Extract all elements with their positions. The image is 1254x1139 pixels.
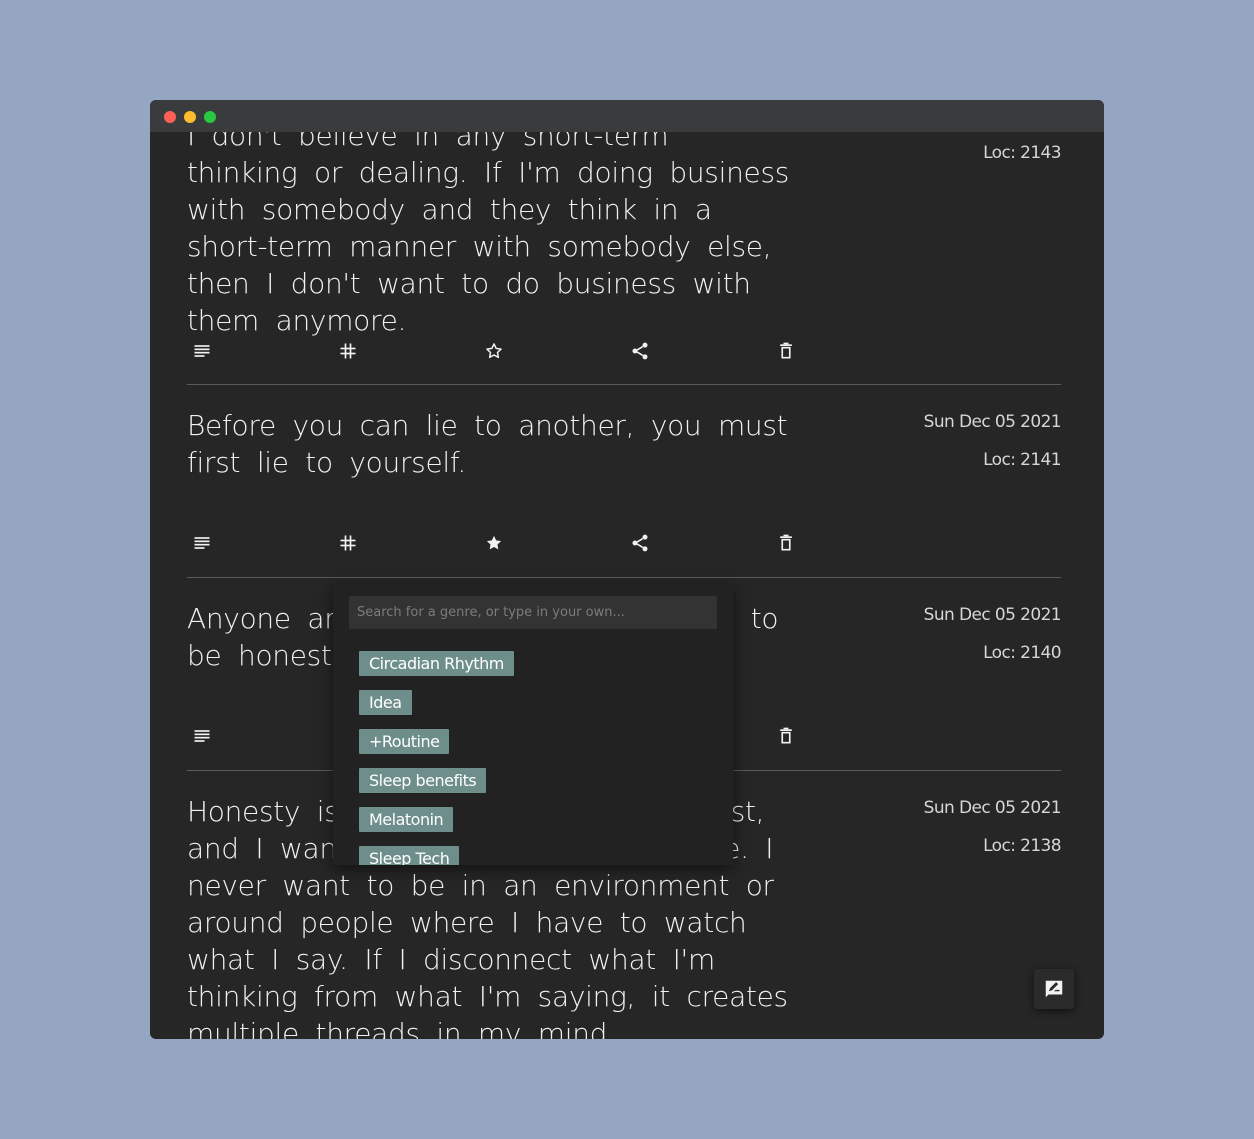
genre-tag[interactable]: Sleep Tech <box>359 846 460 865</box>
star-button[interactable] <box>479 336 509 366</box>
share-button[interactable] <box>625 336 655 366</box>
card-actions <box>187 528 807 558</box>
app-window: I don't believe in any short-term thinki… <box>150 100 1104 1039</box>
highlight-meta: Sun Dec 05 2021 Loc: 2138 <box>923 798 1062 856</box>
genre-search-input[interactable] <box>349 596 717 629</box>
notes-button[interactable] <box>187 528 217 558</box>
tag-button[interactable] <box>333 528 363 558</box>
compose-button[interactable] <box>1034 969 1074 1009</box>
highlight-meta: Sun Dec 05 2021 Loc: 2141 <box>923 412 1062 470</box>
notes-button[interactable] <box>187 721 217 751</box>
date-label: Sun Dec 05 2021 <box>923 605 1062 625</box>
delete-button[interactable] <box>771 336 801 366</box>
minimize-window-button[interactable] <box>184 111 196 123</box>
highlight-card: Before you can lie to another, you must … <box>187 385 1062 578</box>
compose-icon <box>1045 980 1063 998</box>
title-bar <box>150 100 1104 132</box>
highlight-meta: Loc: 2143 <box>983 143 1062 163</box>
hashtag-icon <box>340 343 356 359</box>
star-filled-icon <box>486 535 502 550</box>
card-actions <box>187 336 807 366</box>
star-icon <box>486 343 502 359</box>
trash-icon <box>780 342 792 359</box>
genre-dropdown: Circadian Rhythm Idea +Routine Sleep ben… <box>333 584 733 865</box>
notes-icon <box>194 345 210 357</box>
close-window-button[interactable] <box>164 111 176 123</box>
genre-tag-list: Circadian Rhythm Idea +Routine Sleep ben… <box>359 651 514 865</box>
location-label: Loc: 2140 <box>983 643 1062 663</box>
highlight-meta: Sun Dec 05 2021 Loc: 2140 <box>923 605 1062 663</box>
highlight-card: I don't believe in any short-term thinki… <box>187 132 1062 385</box>
genre-tag[interactable]: Idea <box>359 690 412 715</box>
genre-tag[interactable]: +Routine <box>359 729 450 754</box>
notes-icon <box>194 730 210 742</box>
share-icon <box>632 534 648 552</box>
trash-icon <box>780 727 792 744</box>
date-label: Sun Dec 05 2021 <box>923 412 1062 432</box>
highlight-text: I don't believe in any short-term thinki… <box>187 132 790 337</box>
delete-button[interactable] <box>771 721 801 751</box>
star-button[interactable] <box>479 528 509 558</box>
location-label: Loc: 2143 <box>983 143 1062 163</box>
trash-icon <box>780 534 792 551</box>
genre-tag[interactable]: Melatonin <box>359 807 454 832</box>
notes-button[interactable] <box>187 336 217 366</box>
share-icon <box>632 342 648 360</box>
hashtag-icon <box>340 535 356 551</box>
share-button[interactable] <box>625 528 655 558</box>
genre-tag[interactable]: Circadian Rhythm <box>359 651 514 676</box>
tag-button[interactable] <box>333 336 363 366</box>
notes-icon <box>194 537 210 549</box>
delete-button[interactable] <box>771 528 801 558</box>
genre-tag[interactable]: Sleep benefits <box>359 768 487 793</box>
date-label: Sun Dec 05 2021 <box>923 798 1062 818</box>
location-label: Loc: 2138 <box>983 836 1062 856</box>
maximize-window-button[interactable] <box>204 111 216 123</box>
location-label: Loc: 2141 <box>983 450 1062 470</box>
highlight-text: Before you can lie to another, you must … <box>187 409 788 479</box>
